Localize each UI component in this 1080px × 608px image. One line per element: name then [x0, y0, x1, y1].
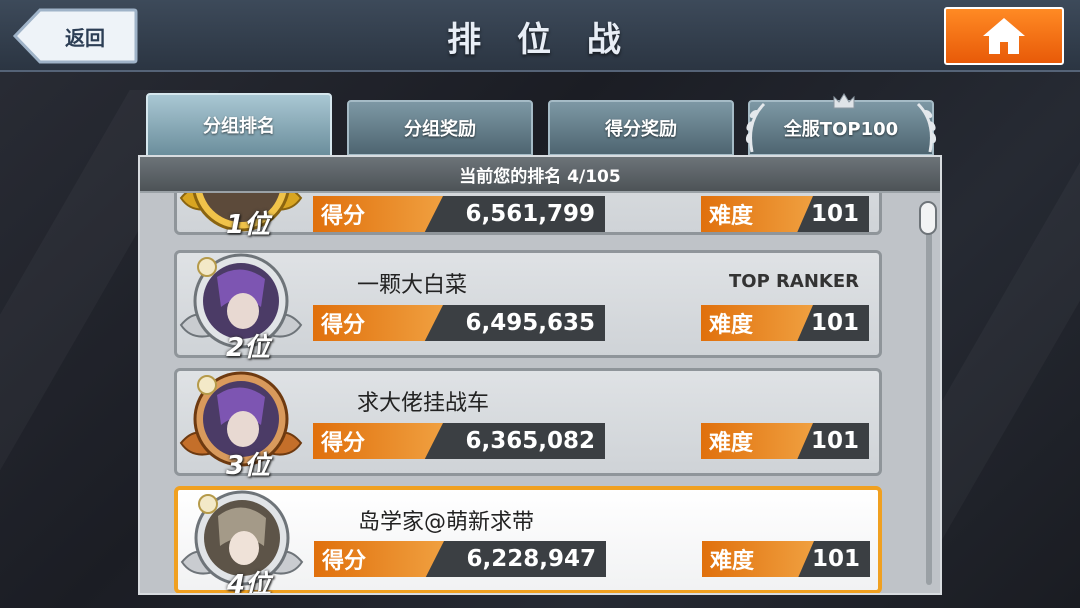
tab-label: 分组排名 — [203, 116, 275, 137]
difficulty-bar: 难度 101 — [701, 196, 869, 232]
tab-score-rewards[interactable]: 得分奖励 — [548, 100, 734, 156]
difficulty-bar: 难度 101 — [701, 423, 869, 459]
top-ranker-tag: TOP RANKER — [729, 271, 859, 292]
difficulty-value: 101 — [810, 310, 859, 336]
scrollbar-track[interactable] — [926, 205, 932, 585]
header-bar: 返回 排 位 战 — [0, 0, 1080, 72]
tab-group-rewards[interactable]: 分组奖励 — [347, 100, 533, 156]
rank-label: 4位 — [226, 570, 272, 593]
tab-label: 得分奖励 — [605, 119, 677, 140]
score-bar: 得分 6,228,947 — [314, 541, 606, 577]
tab-server-top100[interactable]: 全服TOP100 — [745, 93, 937, 156]
ranking-entry-self[interactable]: 4位 岛学家@萌新求带 得分 6,228,947 难度 101 — [174, 486, 882, 593]
ranking-entry-1[interactable]: 1位 得分 6,561,799 难度 101 — [174, 193, 882, 240]
current-rank-banner: 当前您的排名 4/105 — [140, 157, 940, 193]
difficulty-bar: 难度 101 — [701, 305, 869, 341]
difficulty-value: 101 — [810, 201, 859, 227]
score-label: 得分 — [313, 305, 443, 341]
difficulty-label: 难度 — [701, 423, 813, 459]
ranking-entry-2[interactable]: 2位 一颗大白菜 TOP RANKER 得分 6,495,635 难度 101 — [174, 250, 882, 363]
score-bar: 得分 6,495,635 — [313, 305, 605, 341]
difficulty-label: 难度 — [701, 196, 813, 232]
home-button[interactable] — [944, 7, 1064, 65]
player-name: 岛学家@萌新求带 — [358, 510, 535, 535]
tab-label: 全服TOP100 — [783, 119, 899, 140]
difficulty-label: 难度 — [701, 305, 813, 341]
crown-icon — [833, 93, 855, 109]
score-bar: 得分 6,561,799 — [313, 196, 605, 232]
player-name: 求大佬挂战车 — [357, 391, 490, 416]
score-bar: 得分 6,365,082 — [313, 423, 605, 459]
ranking-entry-3[interactable]: 3位 求大佬挂战车 得分 6,365,082 难度 101 — [174, 368, 882, 481]
back-button[interactable]: 返回 — [12, 8, 138, 64]
home-icon — [983, 18, 1025, 54]
laurel-icon — [745, 102, 766, 153]
tab-group-ranking[interactable]: 分组排名 — [146, 93, 332, 157]
rank-label: 1位 — [225, 210, 271, 240]
difficulty-label: 难度 — [702, 541, 814, 577]
score-value: 6,495,635 — [465, 310, 596, 336]
ranking-panel: 当前您的排名 4/105 1位 得分 6,561,799 难度 101 2位 一… — [138, 155, 942, 595]
player-name: 一颗大白菜 — [357, 273, 468, 298]
rank-label: 2位 — [225, 333, 271, 363]
score-label: 得分 — [313, 423, 443, 459]
difficulty-value: 101 — [810, 428, 859, 454]
score-value: 6,228,947 — [466, 546, 597, 572]
score-label: 得分 — [314, 541, 444, 577]
ranking-list[interactable]: 1位 得分 6,561,799 难度 101 2位 一颗大白菜 TOP RANK… — [140, 193, 940, 593]
tab-label: 分组奖励 — [404, 119, 476, 140]
score-value: 6,561,799 — [465, 201, 596, 227]
score-value: 6,365,082 — [465, 428, 596, 454]
laurel-icon — [916, 102, 937, 153]
score-label: 得分 — [313, 196, 443, 232]
rank-label: 3位 — [225, 451, 271, 481]
difficulty-value: 101 — [811, 546, 860, 572]
back-label: 返回 — [65, 25, 105, 50]
difficulty-bar: 难度 101 — [702, 541, 870, 577]
page-title: 排 位 战 — [447, 20, 633, 60]
scrollbar-thumb[interactable] — [919, 201, 937, 235]
